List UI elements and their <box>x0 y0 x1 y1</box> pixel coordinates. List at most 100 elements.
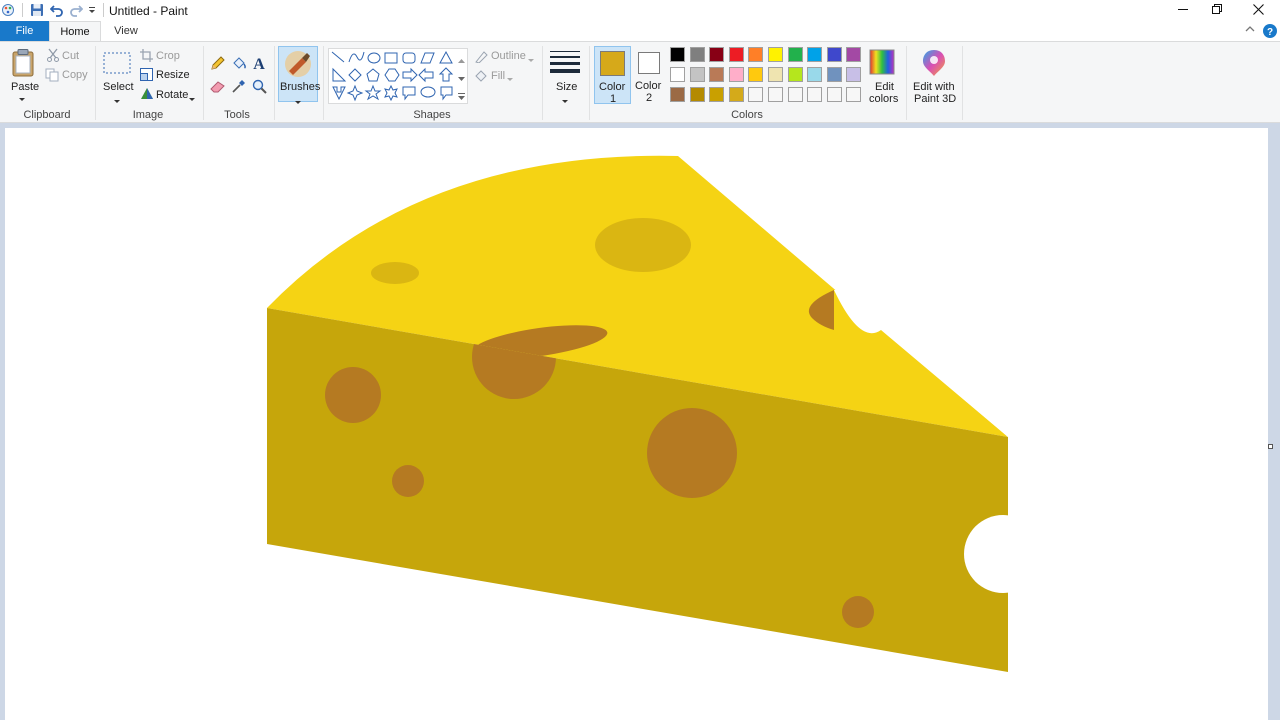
tab-view[interactable]: View <box>101 21 151 41</box>
pencil-icon[interactable] <box>210 56 225 74</box>
palette-swatch[interactable] <box>689 87 705 102</box>
shapes-gallery <box>328 48 468 104</box>
palette-swatch[interactable] <box>728 47 744 62</box>
rotate-dropdown-icon[interactable] <box>189 93 195 105</box>
select-button[interactable]: Select <box>103 81 134 93</box>
color-palette <box>670 47 866 107</box>
color1-button[interactable]: Color 1 <box>594 46 631 105</box>
palette-swatch[interactable] <box>689 67 705 82</box>
drawing-canvas[interactable] <box>5 128 1273 720</box>
color1-swatch <box>600 51 625 76</box>
group-divider <box>542 46 543 120</box>
rotate-button[interactable]: Rotate <box>156 89 188 101</box>
size-dropdown-icon[interactable] <box>562 95 568 107</box>
canvas-resize-handle[interactable] <box>1268 444 1273 449</box>
palette-swatch[interactable] <box>768 87 783 102</box>
palette-swatch[interactable] <box>846 47 862 62</box>
color-picker-icon[interactable] <box>231 79 246 97</box>
palette-swatch[interactable] <box>670 67 685 82</box>
palette-swatch[interactable] <box>846 67 862 82</box>
cut-icon <box>46 48 60 65</box>
palette-swatch[interactable] <box>787 47 803 62</box>
palette-swatch[interactable] <box>728 67 744 82</box>
edit-with-paint3d-button[interactable]: Edit with Paint 3D <box>909 46 959 105</box>
palette-swatch[interactable] <box>768 47 783 62</box>
cheese-side-hole <box>647 408 737 498</box>
ribbon-tabs: File Home View ? <box>0 21 1280 41</box>
palette-swatch[interactable] <box>846 87 862 102</box>
cheese-side-hole <box>325 367 381 423</box>
edit-colors-button[interactable]: Edit colors <box>866 46 900 105</box>
restore-button[interactable] <box>1194 0 1240 21</box>
palette-swatch[interactable] <box>689 47 705 62</box>
paint3d-line2: Paint 3D <box>914 93 957 105</box>
palette-swatch[interactable] <box>709 47 725 62</box>
fill-bucket-icon[interactable] <box>231 55 247 74</box>
palette-swatch[interactable] <box>787 87 803 102</box>
shapes-scroll-down-icon[interactable] <box>458 73 465 85</box>
group-divider <box>962 46 963 120</box>
outline-button[interactable]: Outline <box>491 50 526 62</box>
cheese-side-cutout <box>964 515 1008 593</box>
crop-button[interactable]: Crop <box>156 50 180 62</box>
shapes-scroll-up-icon[interactable] <box>458 55 465 67</box>
help-icon[interactable]: ? <box>1263 24 1277 41</box>
redo-icon[interactable] <box>68 2 84 18</box>
palette-swatch[interactable] <box>709 67 725 82</box>
close-button[interactable] <box>1235 0 1280 21</box>
palette-swatch[interactable] <box>728 87 744 102</box>
undo-icon[interactable] <box>49 2 65 18</box>
size-button[interactable]: Size <box>556 81 577 93</box>
palette-swatch[interactable] <box>807 87 823 102</box>
palette-swatch[interactable] <box>826 47 842 62</box>
palette-swatch[interactable] <box>748 47 764 62</box>
paint3d-line1: Edit with <box>913 81 955 93</box>
quick-access-divider <box>21 2 23 18</box>
palette-swatch[interactable] <box>826 67 842 82</box>
palette-swatch[interactable] <box>670 87 685 102</box>
cut-button[interactable]: Cut <box>62 50 79 62</box>
color2-button[interactable]: Color 2 <box>634 46 664 104</box>
color2-number: 2 <box>646 92 653 104</box>
tab-home[interactable]: Home <box>49 21 101 41</box>
palette-swatch[interactable] <box>709 87 725 102</box>
cheese-side-hole <box>392 465 424 497</box>
text-tool-icon[interactable]: A <box>252 55 266 74</box>
palette-swatch[interactable] <box>807 47 823 62</box>
shapes-expand-icon[interactable] <box>458 91 465 103</box>
palette-swatch[interactable] <box>670 47 685 62</box>
customize-dropdown-icon[interactable] <box>87 2 97 18</box>
shapes-gallery-icons[interactable] <box>329 49 467 103</box>
resize-button[interactable]: Resize <box>156 69 190 81</box>
brush-icon <box>283 49 313 82</box>
colors-group-label: Colors <box>731 109 763 121</box>
palette-swatch[interactable] <box>807 67 823 82</box>
collapse-ribbon-icon[interactable] <box>1245 24 1255 37</box>
copy-button[interactable]: Copy <box>62 69 88 81</box>
shapes-group-label: Shapes <box>413 109 451 121</box>
palette-swatch[interactable] <box>787 67 803 82</box>
palette-swatch[interactable] <box>748 87 764 102</box>
eraser-icon[interactable] <box>210 80 226 96</box>
save-icon[interactable] <box>29 2 45 18</box>
select-dropdown-icon[interactable] <box>114 95 120 107</box>
fill-button[interactable]: Fill <box>491 70 505 82</box>
tab-file[interactable]: File <box>0 21 49 41</box>
brushes-group[interactable]: Brushes <box>278 46 320 104</box>
paint-app-icon[interactable] <box>1 2 15 18</box>
group-divider <box>323 46 324 120</box>
magnifier-icon[interactable] <box>252 79 267 97</box>
fill-dropdown-icon[interactable] <box>507 73 513 85</box>
tools-group-label: Tools <box>224 109 250 121</box>
group-divider <box>203 46 204 120</box>
paste-dropdown-icon[interactable] <box>19 93 25 105</box>
svg-text:?: ? <box>1267 27 1273 38</box>
crop-icon <box>140 49 153 65</box>
palette-swatch[interactable] <box>768 67 783 82</box>
edit-colors-line1: Edit <box>875 81 894 93</box>
paste-icon <box>11 48 37 81</box>
palette-swatch[interactable] <box>826 87 842 102</box>
outline-dropdown-icon[interactable] <box>528 54 534 66</box>
paste-button[interactable]: Paste <box>11 81 39 93</box>
palette-swatch[interactable] <box>748 67 764 82</box>
